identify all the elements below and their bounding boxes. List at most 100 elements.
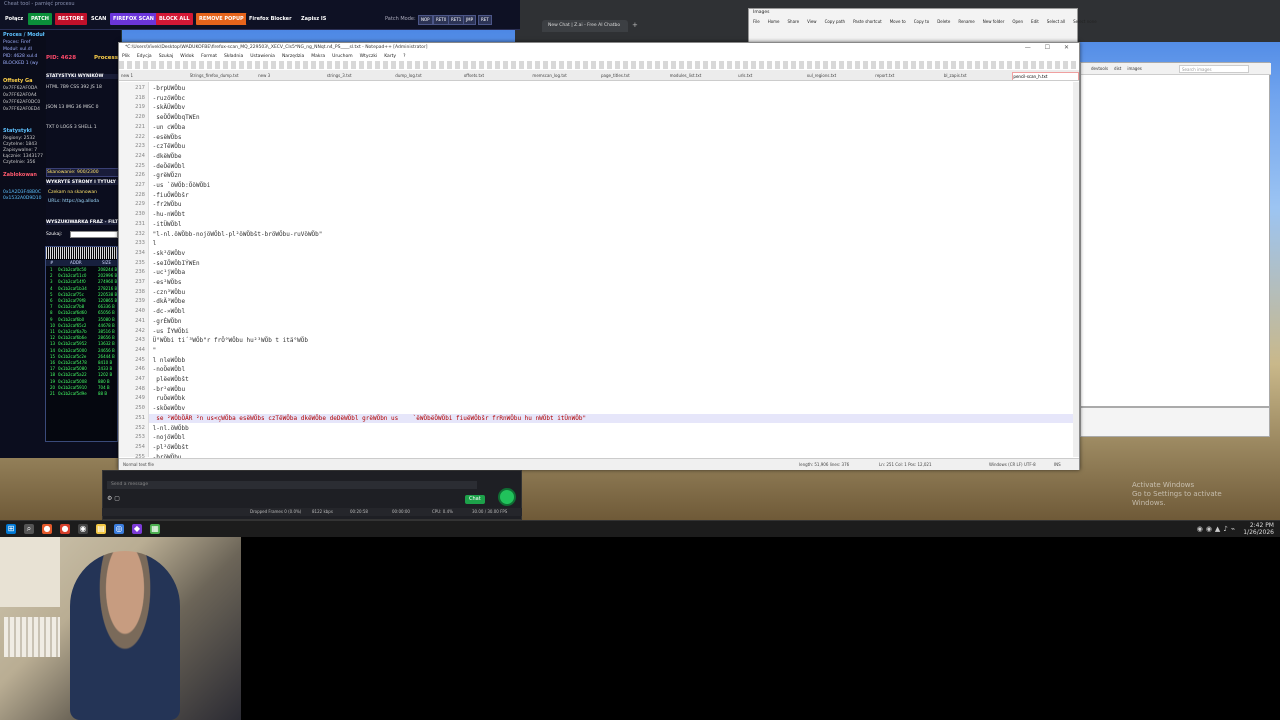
- toolbar-button[interactable]: RESTORE: [55, 13, 87, 25]
- toolbar-button[interactable]: SCAN: [88, 13, 110, 25]
- code-line[interactable]: 228 -fiuÖWÖbšr: [135, 191, 1075, 201]
- code-line[interactable]: 218 -ruzöWÖbc: [135, 94, 1075, 104]
- ribbon-item[interactable]: Copy path: [825, 19, 846, 24]
- menu-item[interactable]: Edycja: [137, 54, 152, 59]
- ribbon-item[interactable]: New folder: [983, 19, 1005, 24]
- page-line[interactable]: URLs: https://ag.alloda: [48, 199, 99, 204]
- code-line[interactable]: 220 seÖÖWÖbqTWEn: [135, 113, 1075, 123]
- toolbar-button[interactable]: REMOVE POPUP: [196, 13, 247, 25]
- firefox-icon[interactable]: ●: [42, 524, 52, 534]
- ribbon-item[interactable]: Select none: [1073, 19, 1097, 24]
- editor-tab[interactable]: pencil-scan_h.txt: [1012, 72, 1079, 80]
- menu-item[interactable]: Widok: [180, 54, 194, 59]
- browser-tab[interactable]: New Chat | Z.ai - Free AI Chatbo: [542, 20, 628, 32]
- toolbar-button[interactable]: Zapisz IS: [298, 13, 330, 25]
- code-line[interactable]: 232 "l-nl.öWÖbb-nojöWÖbl-pl²öWÖbšt-bröWÖ…: [135, 230, 1075, 240]
- offset-line[interactable]: 0x7FF62AF0A4: [3, 93, 37, 98]
- toolbar-button[interactable]: BLOCK ALL: [156, 13, 193, 25]
- code-line[interactable]: 226 -grëWÖzn: [135, 171, 1075, 181]
- ribbon-item[interactable]: Share: [788, 19, 800, 24]
- editor-tab[interactable]: bl_zapis.txt: [944, 72, 1009, 80]
- patch-mode-button[interactable]: RET: [478, 15, 492, 25]
- code-line[interactable]: 222 -esëWÖbs: [135, 133, 1075, 143]
- offset-line[interactable]: 0x7FF62AF0DC0: [3, 100, 40, 105]
- code-line[interactable]: 236 -uc¹jWÖba: [135, 268, 1075, 278]
- ribbon-item[interactable]: Open: [1012, 19, 1023, 24]
- clock[interactable]: 2:42 PM 1/26/2026: [1243, 522, 1274, 536]
- editor-tab[interactable]: strings_3.txt: [327, 72, 392, 80]
- editor-tab[interactable]: new 3: [258, 72, 323, 80]
- obs-icon[interactable]: ◉: [78, 524, 88, 534]
- menu-item[interactable]: Karty: [384, 54, 396, 59]
- editor-tab[interactable]: xul_regions.txt: [807, 72, 872, 80]
- ribbon-item[interactable]: Copy to: [914, 19, 929, 24]
- code-line[interactable]: 248 -br²eWÖbu: [135, 385, 1075, 395]
- editor-tab[interactable]: dump_log.txt: [395, 72, 460, 80]
- offset-line[interactable]: 0x7FF62AF0DA: [3, 86, 37, 91]
- code-line[interactable]: 223 -czTêWÖbu: [135, 142, 1075, 152]
- menu-item[interactable]: Narzędzia: [282, 54, 304, 59]
- code-line[interactable]: 252 l-nl.öWÖbb: [135, 424, 1075, 434]
- toolbar-button[interactable]: PATCH: [28, 13, 52, 25]
- window-controls[interactable]: — ☐ ✕: [1025, 43, 1075, 53]
- code-line[interactable]: 225 -deÖëWÖbl: [135, 162, 1075, 172]
- editor-scrollbar[interactable]: [1073, 82, 1079, 457]
- app-icon[interactable]: ●: [60, 524, 70, 534]
- code-line[interactable]: 233 l: [135, 239, 1075, 249]
- editor-tab[interactable]: Strings_firefox_dump.txt: [190, 72, 255, 80]
- chrome-icon[interactable]: ◎: [114, 524, 124, 534]
- code-line[interactable]: 240 -dc-»WÖbl: [135, 307, 1075, 317]
- ribbon-item[interactable]: Select all: [1047, 19, 1065, 24]
- ribbon-item[interactable]: Delete: [937, 19, 950, 24]
- system-tray[interactable]: ◉◉▲♪⌁: [1197, 525, 1238, 533]
- editor-tab[interactable]: urls.txt: [738, 72, 803, 80]
- devtools-tab[interactable]: dist: [1114, 66, 1121, 71]
- code-line[interactable]: 249 ruÖeWÖbk: [135, 394, 1075, 404]
- code-line[interactable]: 251 se ²WÖbÖÄR ²n us<çWÖba esëWÖbs czTëW…: [135, 413, 1075, 424]
- editor-tab[interactable]: offsets.txt: [464, 72, 529, 80]
- devtools-search-input[interactable]: Search images: [1179, 65, 1249, 73]
- code-line[interactable]: 241 -grÉWÖbn: [135, 317, 1075, 327]
- ribbon-item[interactable]: File: [753, 19, 760, 24]
- code-line[interactable]: 221 -un cWÖba: [135, 123, 1075, 133]
- chat-button[interactable]: Chat: [465, 495, 485, 504]
- ribbon-item[interactable]: Rename: [958, 19, 974, 24]
- toolbar-button[interactable]: Firefox Blocker: [246, 13, 295, 25]
- folder-icon[interactable]: ▤: [96, 524, 106, 534]
- code-line[interactable]: 224 -dkëWÖbe: [135, 152, 1075, 162]
- code-line[interactable]: 246 -noÖeWÖbl: [135, 365, 1075, 375]
- devtools-tab[interactable]: devtools: [1091, 66, 1108, 71]
- blocked-line[interactable]: 0x1A2D3F48B0C: [3, 190, 41, 195]
- code-line[interactable]: 254 -pl²öWÖbšt: [135, 443, 1075, 453]
- code-line[interactable]: 230 -hu-nWÖbt: [135, 210, 1075, 220]
- editor-toolbar[interactable]: [119, 61, 1079, 69]
- ribbon-item[interactable]: Edit: [1031, 19, 1039, 24]
- editor-tab[interactable]: memscan_log.txt: [532, 72, 597, 80]
- code-line[interactable]: 244 ": [135, 346, 1075, 356]
- new-tab-button[interactable]: +: [632, 21, 638, 29]
- editor-tab[interactable]: new 1: [121, 72, 186, 80]
- code-line[interactable]: 243 Ü°WÖbi ti´³WÖb"r frÖ°WÖbu hu²³WÖb t …: [135, 336, 1075, 346]
- offset-line[interactable]: 0x7FF62AF0ED4: [3, 107, 40, 112]
- editor-tab[interactable]: modules_list.txt: [670, 72, 735, 80]
- toolbar-button[interactable]: Połącz: [2, 13, 27, 25]
- patch-mode-button[interactable]: RET1: [448, 15, 465, 25]
- patch-mode-button[interactable]: RET0: [433, 15, 450, 25]
- editor-tab[interactable]: page_titles.txt: [601, 72, 666, 80]
- menu-item[interactable]: Uruchom: [332, 54, 352, 59]
- code-line[interactable]: 237 -es²WÖbs: [135, 278, 1075, 288]
- record-icon[interactable]: [498, 488, 516, 506]
- obs-control-icons[interactable]: ⚙ ▢: [107, 495, 120, 502]
- menu-item[interactable]: Szukaj: [159, 54, 174, 59]
- notepad-icon[interactable]: ▦: [150, 524, 160, 534]
- menu-item[interactable]: ?: [403, 54, 405, 59]
- patch-mode-button[interactable]: NOP: [418, 15, 433, 25]
- code-line[interactable]: 239 -dkÄ³WÖbe: [135, 297, 1075, 307]
- menu-item[interactable]: Makra: [311, 54, 325, 59]
- code-line[interactable]: 229 -fr2WÖbu: [135, 200, 1075, 210]
- code-line[interactable]: 227 -us `öWÖb:ÖöWÖbi: [135, 181, 1075, 191]
- table-row[interactable]: 21 0x1b2caf5d9e 88 B: [46, 391, 117, 397]
- devtools-tab[interactable]: images: [1127, 66, 1142, 71]
- code-line[interactable]: 250 -skÖeWÖbv: [135, 404, 1075, 414]
- menu-item[interactable]: Format: [201, 54, 217, 59]
